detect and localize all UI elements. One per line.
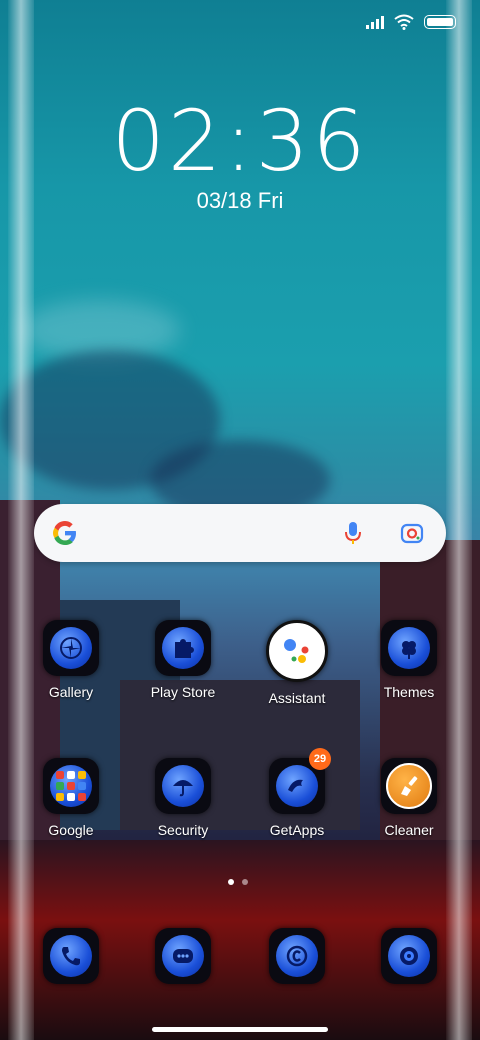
puzzle-icon — [155, 620, 211, 676]
page-indicator[interactable] — [228, 879, 248, 885]
page-dot — [242, 879, 248, 885]
status-bar — [366, 14, 456, 30]
google-folder-icon — [43, 758, 99, 814]
app-label: Cleaner — [384, 822, 434, 838]
clock-time[interactable]: 02:36 — [0, 92, 480, 190]
microphone-icon[interactable] — [340, 520, 366, 546]
brush-icon — [381, 758, 437, 814]
dock-camera[interactable] — [354, 928, 464, 984]
date-text: 03/18 — [196, 188, 252, 213]
app-label: Security — [157, 822, 209, 838]
signal-icon — [366, 15, 384, 29]
app-label: Assistant — [268, 690, 326, 706]
page-dot-active — [228, 879, 234, 885]
home-gesture-bar[interactable] — [152, 1027, 328, 1032]
google-search-widget[interactable] — [34, 504, 446, 562]
gallery-icon — [43, 620, 99, 676]
app-assistant[interactable]: Assistant — [242, 620, 352, 706]
notification-badge: 29 — [309, 748, 331, 770]
dock-browser[interactable] — [242, 928, 352, 984]
umbrella-icon — [155, 758, 211, 814]
camera-lens-icon[interactable] — [400, 521, 424, 545]
google-logo-icon — [50, 518, 80, 554]
app-security[interactable]: Security — [128, 758, 238, 838]
app-label: Google — [48, 822, 94, 838]
app-cleaner[interactable]: Cleaner — [354, 758, 464, 838]
assistant-icon — [266, 620, 328, 682]
app-label: Themes — [383, 684, 435, 700]
app-getapps[interactable]: 29 GetApps — [242, 748, 352, 838]
browser-icon — [269, 928, 325, 984]
camera-icon — [381, 928, 437, 984]
clover-icon — [381, 620, 437, 676]
battery-icon — [424, 15, 456, 29]
messages-icon — [155, 928, 211, 984]
app-play-store[interactable]: Play Store — [128, 620, 238, 700]
app-label: GetApps — [269, 822, 325, 838]
day-text: Fri — [257, 188, 284, 213]
dock-phone[interactable] — [16, 928, 126, 984]
phone-icon — [43, 928, 99, 984]
dock-messages[interactable] — [128, 928, 238, 984]
app-label: Play Store — [150, 684, 216, 700]
wifi-icon — [394, 14, 414, 30]
home-screen: 02:36 03/18 Fri Gallery Play Store Assis… — [0, 0, 480, 1040]
app-themes[interactable]: Themes — [354, 620, 464, 700]
app-gallery[interactable]: Gallery — [16, 620, 126, 700]
dolphin-icon: 29 — [269, 748, 331, 814]
clock-date[interactable]: 03/18 Fri — [0, 188, 480, 214]
folder-google[interactable]: Google — [16, 758, 126, 838]
app-label: Gallery — [48, 684, 94, 700]
